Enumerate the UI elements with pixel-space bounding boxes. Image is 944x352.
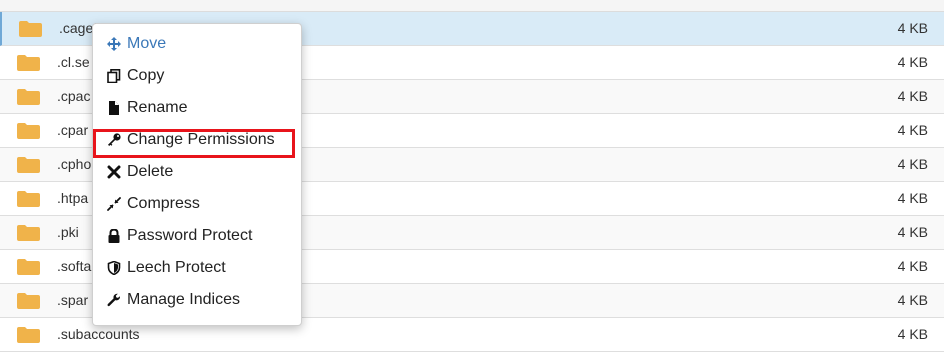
file-name: .softa [57, 258, 92, 274]
file-size: 4 KB [897, 20, 928, 36]
folder-icon [17, 123, 40, 139]
file-name: .cpac [57, 88, 91, 104]
menu-item-label: Move [127, 35, 167, 52]
folder-icon [17, 293, 40, 309]
menu-item-label: Copy [127, 67, 165, 84]
menu-item-label: Change Permissions [127, 131, 275, 148]
file-name: .spar [57, 292, 89, 308]
menu-item-label: Delete [127, 163, 174, 180]
folder-icon [17, 55, 40, 71]
file-name: .cl.se [57, 54, 90, 70]
copy-icon [107, 69, 121, 83]
folder-icon [17, 89, 40, 105]
move-icon [107, 37, 121, 51]
menu-item-copy[interactable]: Copy [93, 61, 301, 91]
context-menu: Move Copy Rename Change Permissions Dele… [92, 23, 302, 326]
file-size: 4 KB [897, 54, 928, 70]
shield-icon [107, 261, 121, 275]
folder-icon [17, 157, 40, 173]
file-name: .htpa [57, 190, 89, 206]
file-name: .subaccounts [57, 326, 140, 342]
file-icon [109, 101, 119, 115]
folder-icon [19, 21, 42, 37]
menu-item-label: Leech Protect [127, 259, 226, 276]
menu-item-leech-protect[interactable]: Leech Protect [93, 253, 301, 283]
menu-item-delete[interactable]: Delete [93, 157, 301, 187]
file-size: 4 KB [897, 292, 928, 308]
file-size: 4 KB [897, 122, 928, 138]
menu-item-rename[interactable]: Rename [93, 93, 301, 123]
menu-item-compress[interactable]: Compress [93, 189, 301, 219]
menu-item-move[interactable]: Move [93, 29, 301, 59]
folder-icon [17, 191, 40, 207]
menu-item-manage-indices[interactable]: Manage Indices [93, 285, 301, 315]
key-icon [108, 133, 121, 146]
file-name: .cpho [57, 156, 92, 172]
file-size: 4 KB [897, 224, 928, 240]
file-size: 4 KB [897, 88, 928, 104]
folder-icon [17, 259, 40, 275]
menu-item-label: Password Protect [127, 227, 253, 244]
menu-item-label: Compress [127, 195, 200, 212]
file-size: 4 KB [897, 326, 928, 342]
file-size: 4 KB [897, 156, 928, 172]
list-header-strip [0, 0, 944, 12]
menu-item-label: Manage Indices [127, 291, 240, 308]
close-icon [107, 165, 121, 179]
menu-item-change-permissions[interactable]: Change Permissions [93, 125, 301, 155]
menu-item-label: Rename [127, 99, 188, 116]
file-name: .pki [57, 224, 79, 240]
lock-icon [108, 229, 120, 243]
file-size: 4 KB [897, 190, 928, 206]
compress-icon [107, 197, 121, 211]
file-size: 4 KB [897, 258, 928, 274]
wrench-icon [107, 293, 121, 307]
file-name: .cpar [57, 122, 89, 138]
folder-icon [17, 225, 40, 241]
folder-icon [17, 327, 40, 343]
menu-item-password-protect[interactable]: Password Protect [93, 221, 301, 251]
